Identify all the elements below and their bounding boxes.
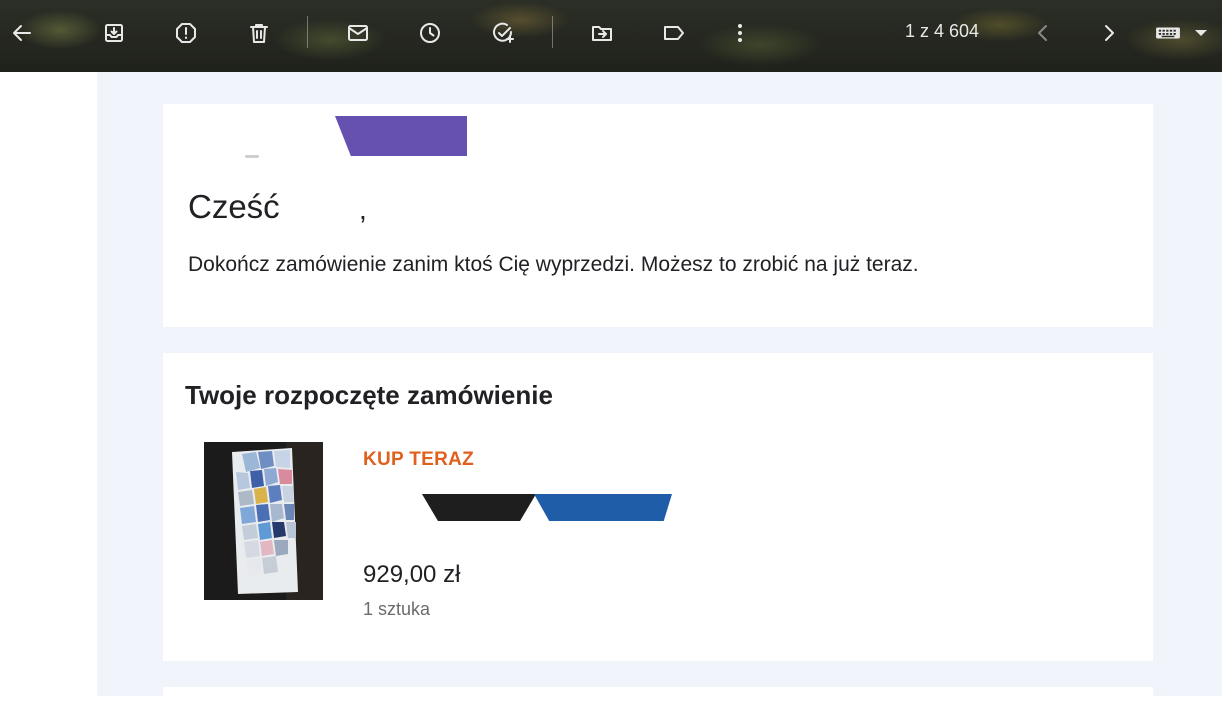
greeting-comma: , xyxy=(359,194,367,225)
add-task-icon[interactable] xyxy=(481,14,525,52)
report-spam-icon[interactable] xyxy=(164,14,208,52)
archive-icon[interactable] xyxy=(92,14,136,52)
newer-chevron-icon[interactable] xyxy=(1087,14,1131,52)
greeting-text: Cześć xyxy=(188,188,280,225)
delete-icon[interactable] xyxy=(237,14,281,52)
label-icon[interactable] xyxy=(652,14,696,52)
greeting-card: Cześć , Dokończ zamówienie zanim ktoś Ci… xyxy=(163,104,1153,327)
buy-now-link[interactable]: KUP TERAZ xyxy=(363,449,474,471)
back-arrow-icon[interactable] xyxy=(0,14,44,52)
move-to-icon[interactable] xyxy=(580,14,624,52)
toolbar-divider xyxy=(307,16,308,48)
snooze-icon[interactable] xyxy=(408,14,452,52)
brand-logo xyxy=(335,116,467,156)
product-name-band-blue xyxy=(534,494,672,521)
logo-fragment xyxy=(245,155,259,158)
product-name-band-dark xyxy=(422,494,536,521)
product-quantity: 1 sztuka xyxy=(363,599,431,619)
order-card: Twoje rozpoczęte zamówienie KUP TERAZ 92… xyxy=(163,353,1153,661)
toolbar-divider xyxy=(552,16,553,48)
keyboard-icon[interactable] xyxy=(1148,14,1188,52)
product-image[interactable] xyxy=(204,442,323,600)
more-vert-icon[interactable] xyxy=(718,14,762,52)
intro-text: Dokończ zamówienie zanim ktoś Cię wyprze… xyxy=(188,253,919,276)
dropdown-arrow-icon[interactable] xyxy=(1186,14,1216,52)
section-title: Twoje rozpoczęte zamówienie xyxy=(185,380,553,410)
message-counter: 1 z 4 604 xyxy=(905,21,980,41)
mark-unread-icon[interactable] xyxy=(336,14,380,52)
older-chevron-icon[interactable] xyxy=(1021,14,1065,52)
message-toolbar: 1 z 4 604 xyxy=(0,0,1222,72)
next-card xyxy=(163,687,1153,707)
left-margin xyxy=(0,72,97,696)
product-price: 929,00 zł xyxy=(363,561,461,588)
